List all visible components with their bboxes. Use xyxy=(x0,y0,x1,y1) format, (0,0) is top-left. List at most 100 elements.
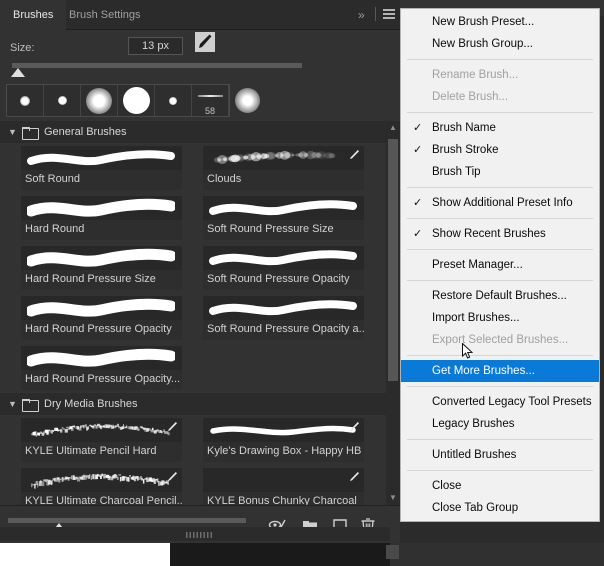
canvas-area-dark xyxy=(170,543,390,566)
menu-item-label: Show Additional Preset Info xyxy=(432,197,573,209)
menu-item[interactable]: ✓ Brush Stroke xyxy=(401,139,599,161)
brush-item[interactable]: Kyle's Drawing Box - Happy HB xyxy=(203,418,364,462)
menu-item-label: Rename Brush... xyxy=(432,69,518,81)
brush-item[interactable]: Hard Round Pressure Size xyxy=(21,246,182,290)
scroll-down-icon[interactable]: ▼ xyxy=(386,491,400,505)
recent-brush-cell[interactable] xyxy=(118,85,155,116)
menu-item[interactable]: Close Tab Group xyxy=(401,497,599,519)
brush-group-header[interactable]: ▼ Dry Media Brushes xyxy=(0,393,400,415)
menu-item-label: Brush Tip xyxy=(432,166,481,178)
brush-item[interactable]: Clouds xyxy=(203,146,364,190)
menu-item[interactable]: Import Brushes... xyxy=(401,307,599,329)
brush-list[interactable]: ▼ General Brushes Soft Round Clouds Hard Rou… xyxy=(0,121,400,505)
brush-group-name: Dry Media Brushes xyxy=(44,398,138,410)
recent-brush-cell[interactable] xyxy=(81,85,118,116)
brush-tip-preview xyxy=(235,88,260,113)
brush-item-label: Hard Round Pressure Size xyxy=(21,270,182,290)
menu-item-label: New Brush Group... xyxy=(432,38,533,50)
brush-item-label: Kyle's Drawing Box - Happy HB xyxy=(203,442,364,462)
menu-item-label: Brush Name xyxy=(432,122,496,134)
brush-stroke-preview xyxy=(203,146,364,170)
brush-item-label: KYLE Ultimate Charcoal Pencil... xyxy=(21,492,182,505)
scroll-up-icon[interactable]: ▲ xyxy=(386,121,400,135)
recent-brush-cell[interactable] xyxy=(229,85,266,116)
brush-item[interactable]: KYLE Bonus Chunky Charcoal xyxy=(203,468,364,505)
tab-brush-settings[interactable]: Brush Settings xyxy=(56,0,154,30)
brush-row: KYLE Ultimate Charcoal Pencil... KYLE Bon… xyxy=(0,465,400,505)
brush-item[interactable]: Hard Round Pressure Opacity xyxy=(21,296,182,340)
brush-item-label: Soft Round xyxy=(21,170,182,190)
brush-tip-preview xyxy=(169,97,177,105)
menu-separator xyxy=(407,280,593,281)
menu-item[interactable]: Preset Manager... xyxy=(401,254,599,276)
brushes-panel: Brushes Brush Settings » Size: 13 px 58 … xyxy=(0,0,400,543)
tool-preset-icon xyxy=(349,470,361,482)
tool-preset-icon xyxy=(167,420,179,432)
brush-item-label: Clouds xyxy=(203,170,364,190)
menu-item[interactable]: Restore Default Brushes... xyxy=(401,285,599,307)
menu-item-label: Get More Brushes... xyxy=(432,365,535,377)
brush-item[interactable]: Hard Round xyxy=(21,196,182,240)
size-slider-track[interactable] xyxy=(12,63,302,68)
recent-brush-cell[interactable] xyxy=(155,85,192,116)
menu-separator xyxy=(407,470,593,471)
brush-stroke-preview xyxy=(203,296,364,320)
folder-icon xyxy=(22,127,37,138)
brush-row: Hard Round Pressure Opacity Soft Round Pr… xyxy=(0,293,400,343)
brush-tip-icon[interactable] xyxy=(195,32,215,52)
tool-preset-icon xyxy=(167,470,179,482)
menu-item-label: Untitled Brushes xyxy=(432,449,516,461)
brush-item[interactable]: Soft Round Pressure Size xyxy=(203,196,364,240)
menu-item-label: Legacy Brushes xyxy=(432,418,514,430)
size-label: Size: xyxy=(10,42,34,54)
menu-item-label: Export Selected Brushes... xyxy=(432,334,568,346)
chevron-down-icon[interactable]: ▼ xyxy=(8,399,22,409)
menu-separator xyxy=(407,355,593,356)
brush-item[interactable]: Soft Round Pressure Opacity a... xyxy=(203,296,364,340)
size-input[interactable]: 13 px xyxy=(128,37,183,55)
check-icon: ✓ xyxy=(413,223,422,245)
panel-resize-grip[interactable] xyxy=(186,532,214,538)
menu-item[interactable]: ✓ Show Recent Brushes xyxy=(401,223,599,245)
recent-brush-cell[interactable] xyxy=(44,85,81,116)
scrollbar-thumb[interactable] xyxy=(388,139,398,381)
brush-stroke-preview xyxy=(21,346,182,370)
bottom-slider-track[interactable] xyxy=(8,518,246,523)
menu-item[interactable]: New Brush Group... xyxy=(401,33,599,55)
brush-stroke-preview xyxy=(21,196,182,220)
menu-item[interactable]: Untitled Brushes xyxy=(401,444,599,466)
brush-item-label: Hard Round Pressure Opacity xyxy=(21,320,182,340)
menu-item[interactable]: Brush Tip xyxy=(401,161,599,183)
panel-menu-icon[interactable] xyxy=(383,9,395,19)
panel-flyout-menu[interactable]: New Brush Preset... New Brush Group... Ren… xyxy=(400,8,600,522)
recent-brush-cell[interactable]: 58 xyxy=(192,85,229,116)
menu-item[interactable]: New Brush Preset... xyxy=(401,11,599,33)
menu-item[interactable]: Get More Brushes... xyxy=(401,360,599,382)
menu-item[interactable]: Legacy Brushes xyxy=(401,413,599,435)
menu-item[interactable]: ✓ Show Additional Preset Info xyxy=(401,192,599,214)
menu-separator xyxy=(407,59,593,60)
brush-list-scrollbar[interactable]: ▲ ▼ xyxy=(386,121,400,505)
brush-item[interactable]: Soft Round xyxy=(21,146,182,190)
menu-item-label: Close Tab Group xyxy=(432,502,518,514)
menu-item[interactable]: Close xyxy=(401,475,599,497)
brush-stroke-preview xyxy=(203,196,364,220)
chevron-down-icon[interactable]: ▼ xyxy=(8,127,22,137)
menu-item[interactable]: Converted Legacy Tool Presets xyxy=(401,391,599,413)
panel-corner-square xyxy=(386,545,399,559)
brush-item[interactable]: Hard Round Pressure Opacity... xyxy=(21,346,182,390)
size-slider-thumb[interactable] xyxy=(11,68,25,77)
brush-group-name: General Brushes xyxy=(44,126,127,138)
menu-separator xyxy=(407,187,593,188)
brush-item[interactable]: KYLE Ultimate Charcoal Pencil... xyxy=(21,468,182,505)
brush-item[interactable]: KYLE Ultimate Pencil Hard xyxy=(21,418,182,462)
brush-stroke-preview xyxy=(203,468,364,492)
recent-brushes-strip[interactable]: 58 xyxy=(6,84,230,117)
brush-item-label: Soft Round Pressure Size xyxy=(203,220,364,240)
recent-brush-cell[interactable] xyxy=(7,85,44,116)
brush-item[interactable]: Soft Round Pressure Opacity xyxy=(203,246,364,290)
brush-group-header[interactable]: ▼ General Brushes xyxy=(0,121,400,143)
menu-separator xyxy=(407,112,593,113)
menu-item[interactable]: ✓ Brush Name xyxy=(401,117,599,139)
collapse-panel-icon[interactable]: » xyxy=(358,8,364,22)
